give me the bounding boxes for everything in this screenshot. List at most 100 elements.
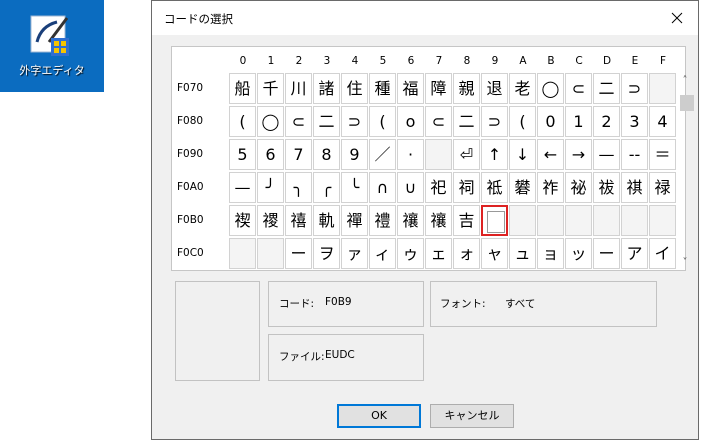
char-cell[interactable]: → (565, 139, 592, 170)
char-cell[interactable]: 二 (593, 73, 620, 104)
char-cell[interactable]: 禊 (229, 205, 256, 236)
char-cell[interactable]: ア (621, 238, 648, 269)
char-cell[interactable]: ャ (481, 238, 508, 269)
char-cell[interactable]: イ (649, 238, 676, 269)
char-cell[interactable]: 種 (369, 73, 396, 104)
char-cell[interactable]: 5 (229, 139, 256, 170)
cancel-button[interactable]: キャンセル (430, 404, 514, 428)
char-cell[interactable]: ↑ (481, 139, 508, 170)
char-cell[interactable]: ／ (369, 139, 396, 170)
char-cell[interactable]: 船 (229, 73, 256, 104)
char-cell[interactable]: ∪ (397, 172, 424, 203)
char-cell[interactable]: ー (593, 238, 620, 269)
char-cell[interactable]: ⏎ (453, 139, 480, 170)
char-cell[interactable]: 1 (565, 106, 592, 137)
char-cell[interactable]: ュ (509, 238, 536, 269)
char-cell[interactable]: ⊂ (285, 106, 312, 137)
char-cell[interactable] (425, 139, 452, 170)
char-cell[interactable]: ◯ (257, 106, 284, 137)
char-cell[interactable] (257, 238, 284, 269)
char-cell[interactable] (537, 205, 564, 236)
char-cell[interactable] (621, 205, 648, 236)
char-cell[interactable]: 祀 (425, 172, 452, 203)
char-cell[interactable]: 住 (341, 73, 368, 104)
char-cell[interactable]: ∩ (369, 172, 396, 203)
char-cell[interactable]: 0 (537, 106, 564, 137)
char-cell[interactable]: -- (621, 139, 648, 170)
char-cell[interactable]: 退 (481, 73, 508, 104)
char-cell[interactable]: 礬 (509, 172, 536, 203)
close-icon[interactable] (656, 1, 698, 35)
char-cell[interactable]: ⊂ (425, 106, 452, 137)
char-cell[interactable]: ↓ (509, 139, 536, 170)
char-cell[interactable] (649, 205, 676, 236)
char-cell[interactable]: ⊃ (481, 106, 508, 137)
char-cell[interactable]: ー (285, 238, 312, 269)
char-cell[interactable]: ( (369, 106, 396, 137)
char-cell[interactable]: 障 (425, 73, 452, 104)
char-cell[interactable]: ╭ (313, 172, 340, 203)
char-cell[interactable]: 祓 (593, 172, 620, 203)
char-cell[interactable] (565, 205, 592, 236)
char-cell[interactable]: 禳 (425, 205, 452, 236)
char-cell[interactable]: 禧 (285, 205, 312, 236)
char-cell[interactable]: ( (509, 106, 536, 137)
ok-button[interactable]: OK (337, 404, 421, 428)
char-cell[interactable]: 祚 (537, 172, 564, 203)
char-cell[interactable]: 祕 (565, 172, 592, 203)
selected-cell[interactable] (481, 205, 508, 236)
char-cell[interactable]: 禄 (649, 172, 676, 203)
char-cell[interactable]: 8 (313, 139, 340, 170)
char-cell[interactable]: — (229, 172, 256, 203)
char-cell[interactable] (509, 205, 536, 236)
char-cell[interactable]: 7 (285, 139, 312, 170)
char-cell[interactable]: 禝 (257, 205, 284, 236)
char-cell[interactable]: ＝ (649, 139, 676, 170)
char-cell[interactable]: 3 (621, 106, 648, 137)
char-cell[interactable]: ヲ (313, 238, 340, 269)
char-cell[interactable]: ◯ (537, 73, 564, 104)
char-cell[interactable] (649, 73, 676, 104)
scroll-down-icon[interactable]: ˅ (677, 257, 693, 268)
char-cell[interactable]: ァ (341, 238, 368, 269)
char-cell[interactable]: 福 (397, 73, 424, 104)
char-cell[interactable]: 9 (341, 139, 368, 170)
char-cell[interactable]: 祗 (481, 172, 508, 203)
char-cell[interactable]: 祺 (621, 172, 648, 203)
char-cell[interactable]: 禮 (369, 205, 396, 236)
char-cell[interactable]: ォ (453, 238, 480, 269)
char-cell[interactable]: 祠 (453, 172, 480, 203)
scrollbar-thumb[interactable] (680, 95, 694, 111)
char-cell[interactable]: 二 (313, 106, 340, 137)
char-cell[interactable]: 吉 (453, 205, 480, 236)
char-cell[interactable]: ゥ (397, 238, 424, 269)
char-cell[interactable]: 禪 (341, 205, 368, 236)
char-cell[interactable]: ⊃ (341, 106, 368, 137)
char-cell[interactable] (593, 205, 620, 236)
char-cell[interactable]: ⊂ (565, 73, 592, 104)
char-cell[interactable]: 軌 (313, 205, 340, 236)
char-cell[interactable]: 2 (593, 106, 620, 137)
desktop-icon-gaiji-editor[interactable]: 外字エディタ (0, 0, 104, 92)
char-cell[interactable]: ← (537, 139, 564, 170)
char-cell[interactable]: 老 (509, 73, 536, 104)
char-cell[interactable]: 諸 (313, 73, 340, 104)
char-cell[interactable]: · (397, 139, 424, 170)
char-cell[interactable]: ッ (565, 238, 592, 269)
char-cell[interactable]: 千 (257, 73, 284, 104)
char-cell[interactable]: ⊃ (621, 73, 648, 104)
char-cell[interactable]: 4 (649, 106, 676, 137)
char-cell[interactable]: 禳 (397, 205, 424, 236)
char-cell[interactable] (229, 238, 256, 269)
char-cell[interactable]: ╮ (285, 172, 312, 203)
char-cell[interactable]: ョ (537, 238, 564, 269)
char-cell[interactable]: ╰ (341, 172, 368, 203)
char-cell[interactable]: — (593, 139, 620, 170)
char-cell[interactable]: o (397, 106, 424, 137)
char-cell[interactable]: 二 (453, 106, 480, 137)
char-cell[interactable]: ェ (425, 238, 452, 269)
char-cell[interactable]: 親 (453, 73, 480, 104)
char-cell[interactable]: 川 (285, 73, 312, 104)
scroll-up-icon[interactable]: ˄ (677, 75, 693, 86)
char-cell[interactable]: ィ (369, 238, 396, 269)
